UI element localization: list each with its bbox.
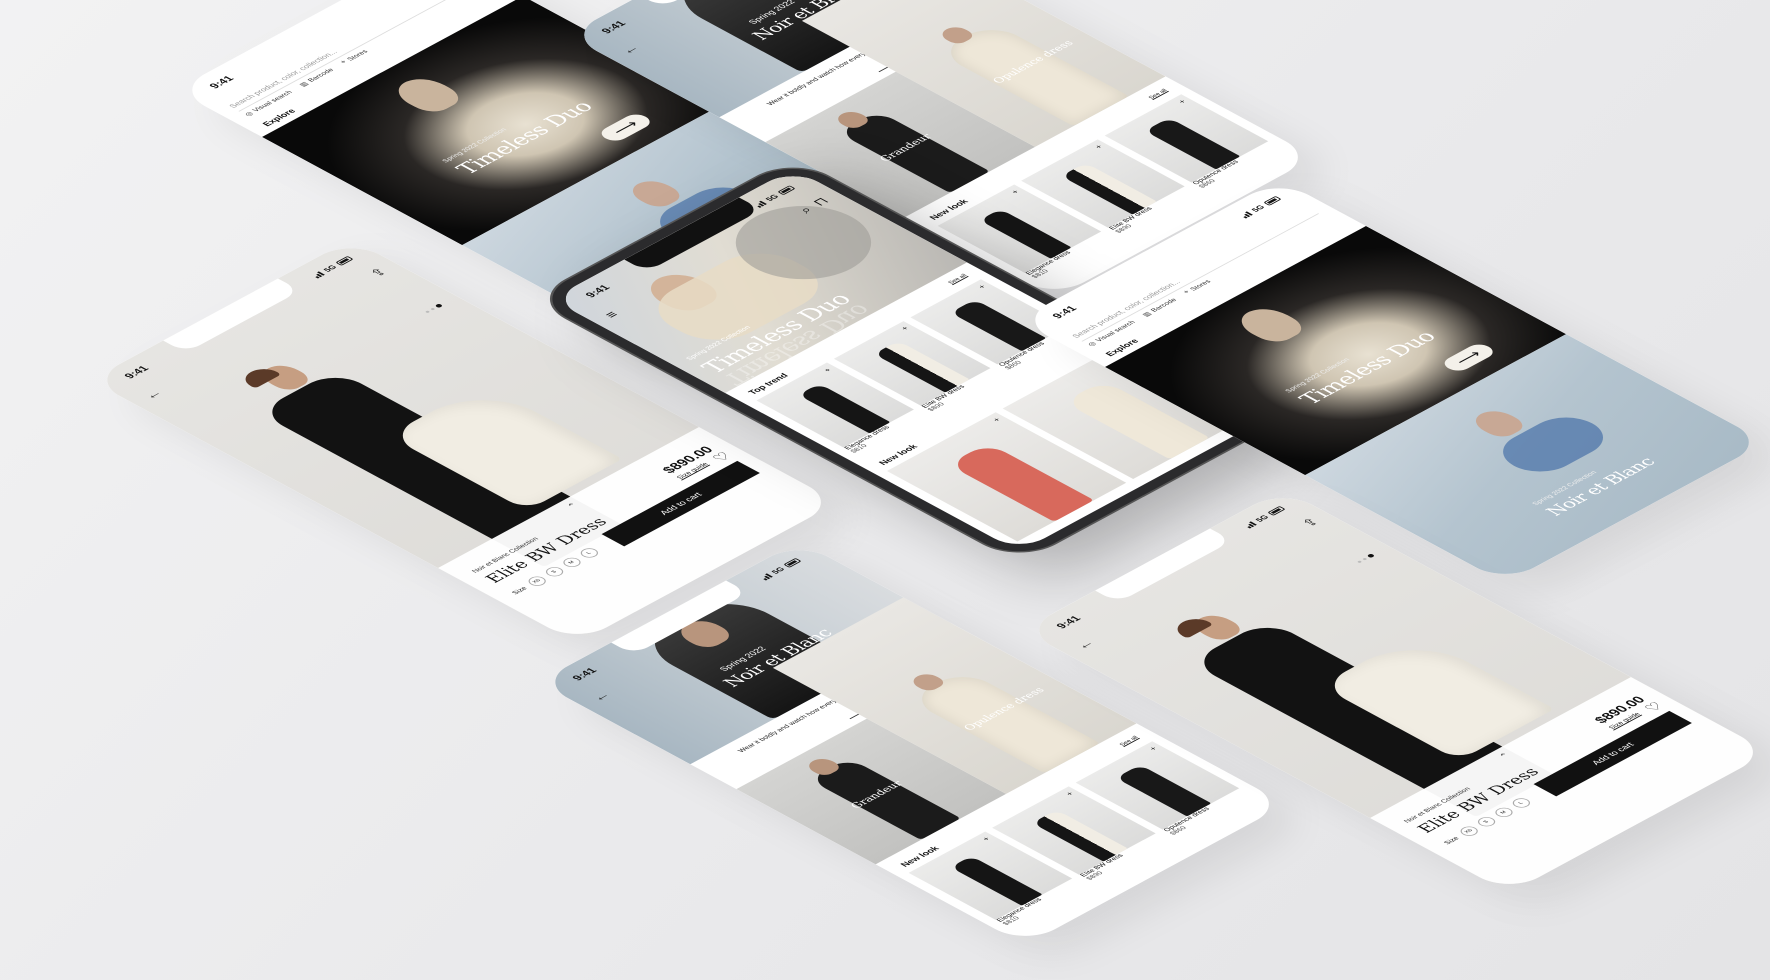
see-all-link[interactable]: See all [1148,89,1169,100]
back-arrow-icon[interactable]: ← [588,689,614,703]
camera-icon: ◎ [1086,341,1099,348]
add-icon[interactable]: + [822,367,834,373]
signal-icon [754,200,767,208]
model-photo [1230,303,1311,347]
status-time: 9:41 [599,19,629,36]
back-arrow-icon[interactable]: ← [140,387,166,401]
battery-icon [782,557,802,568]
add-icon[interactable]: + [1147,745,1159,751]
size-option[interactable]: S [542,565,567,579]
signal-icon [760,573,773,581]
network-label: 5G [1249,203,1267,213]
see-all-link[interactable]: See all [948,274,969,285]
camera-icon: ◎ [243,111,256,118]
see-all-link[interactable]: See all [1119,736,1140,747]
status-time: 9:41 [583,283,613,300]
size-option[interactable]: M [1491,805,1516,820]
size-option[interactable]: S [1474,815,1499,829]
arrow-right-button[interactable]: ⟶ [596,111,656,144]
add-icon[interactable]: + [980,836,992,842]
arrow-right-icon: ⟶ [1451,348,1487,368]
barcode-icon: ▥ [298,81,311,88]
pin-icon: ⌖ [339,59,349,65]
size-label: Size [1442,835,1461,846]
model-photo [387,73,468,117]
back-arrow-icon[interactable]: ← [617,42,643,56]
barcode-icon: ▥ [1141,311,1154,318]
network-label: 5G [769,565,787,575]
size-option[interactable]: L [1508,796,1534,810]
search-icon[interactable]: ⌕ [795,204,816,215]
size-label: Size [510,585,529,596]
size-option[interactable]: L [576,546,602,560]
signal-icon [312,271,325,279]
add-icon[interactable]: + [1093,144,1105,150]
status-time: 9:41 [207,74,237,91]
battery-icon [1266,505,1286,516]
pin-icon: ⌖ [1182,289,1192,295]
network-label: 5G [1253,513,1271,523]
menu-icon[interactable]: ≡ [601,309,622,320]
arrow-right-button[interactable]: ⟶ [1439,341,1499,374]
share-icon[interactable]: ⇪ [1298,516,1322,529]
network-label: 5G [763,193,781,203]
size-option[interactable]: XS [524,574,550,588]
status-time: 9:41 [570,666,600,683]
battery-icon [1262,195,1282,206]
add-icon[interactable]: + [1064,791,1076,797]
add-icon[interactable]: + [991,417,1003,423]
add-icon[interactable]: + [1009,189,1021,195]
chevron-up-icon[interactable]: ⌃ [565,501,581,510]
battery-icon [334,255,354,266]
add-icon[interactable]: + [976,283,988,289]
add-icon[interactable]: + [899,325,911,331]
status-time: 9:41 [1054,614,1084,631]
share-icon[interactable]: ⇪ [366,266,390,279]
size-option[interactable]: M [559,555,584,570]
add-icon[interactable]: + [1176,98,1188,104]
bag-icon[interactable]: ⊓ [809,195,832,208]
back-arrow-icon[interactable]: ← [1072,637,1098,651]
hero-title: Timeless Duo [451,98,599,178]
status-time: 9:41 [1050,304,1080,321]
status-time: 9:41 [122,364,152,381]
signal-icon [1240,211,1253,219]
chevron-up-icon[interactable]: ⌃ [1497,751,1513,760]
arrow-right-icon: ⟶ [608,118,644,138]
mockup-stage: 9:41 5G Search product, color, collectio… [0,0,1770,980]
hero-title: Timeless Duo [1294,328,1442,408]
status-icons: 5G [1239,195,1282,219]
signal-icon [1244,521,1257,529]
battery-icon [776,185,796,195]
size-option[interactable]: XS [1456,824,1482,838]
network-label: 5G [321,263,339,273]
